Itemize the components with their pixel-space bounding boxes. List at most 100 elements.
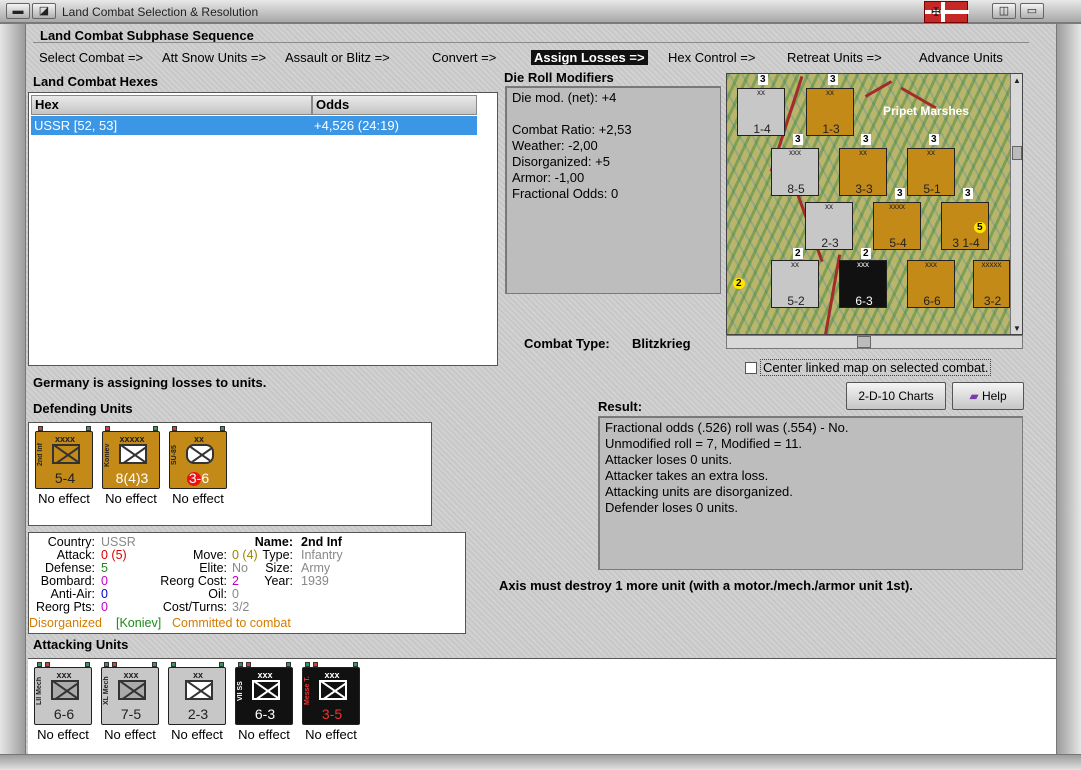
map-counter[interactable]: xx 1-3 [806,88,854,136]
detail-label: Reorg Cost: [160,574,227,588]
phase-att-snow-units[interactable]: Att Snow Units => [162,50,266,65]
attacking-unit[interactable]: xxx VII SS 6-3 [235,662,293,725]
minimize-icon[interactable]: ▬ [6,3,30,19]
map-counter[interactable]: xx 1-4 [737,88,785,136]
phase-hex-control[interactable]: Hex Control => [668,50,755,65]
defending-unit[interactable]: xx SU-85 3-6 [169,426,227,489]
result-line: Attacker takes an extra loss. [605,468,769,483]
infantry-icon [252,680,280,700]
map-counter[interactable]: xx 3-3 [839,148,887,196]
mechanized-icon [51,680,79,700]
detail-label: Reorg Pts: [35,600,95,614]
map-counter[interactable]: xx 5-1 [907,148,955,196]
combat-type-value: Blitzkrieg [632,336,691,351]
attacking-unit[interactable]: xxx Messe T. 3-5 [302,662,360,725]
frame-right [1056,24,1081,754]
attacking-unit[interactable]: xxx LII Mech 6-6 [34,662,92,725]
defending-unit[interactable]: xxxx 2nd Inf 5-4 [35,426,93,489]
modifiers-heading: Die Roll Modifiers [504,70,614,85]
detail-value: No [232,561,248,575]
detail-value: 2 [232,574,239,588]
result-box: Fractional odds (.526) roll was (.554) -… [598,416,1023,570]
help-book-icon: ▰ [969,389,982,403]
map-counter[interactable]: xx 5-2 [771,260,819,308]
subphase-heading: Land Combat Subphase Sequence [40,28,254,43]
detail-label: Anti-Air: [50,587,95,601]
status-message: Germany is assigning losses to units. [33,375,267,390]
phase-select-combat[interactable]: Select Combat => [39,50,143,65]
linked-unit: [Koniev] [116,616,162,630]
detail-label: Move: [192,548,227,562]
map-counter[interactable]: xx 2-3 [805,202,853,250]
air-badge: 2 [733,278,745,289]
map-counter[interactable]: xxxxx 3-2 [973,260,1010,308]
defending-units-box: xxxx 2nd Inf 5-4 No effect xxxxx Koniev … [28,422,432,526]
result-heading: Result: [598,399,643,414]
map-counter[interactable]: xxx 6-6 [907,260,955,308]
map-counter[interactable]: xxxx 5-4 [873,202,921,250]
detail-value: 5 [101,561,108,575]
map-counter[interactable]: xxx 6-3 [839,260,887,308]
scroll-down-icon[interactable]: ▼ [1012,324,1022,334]
detail-label: Attack: [56,548,95,562]
unit-effect: No effect [238,727,290,742]
unit-effect: No effect [38,491,90,506]
restore-icon[interactable]: ◪ [32,3,56,19]
maximize-icon[interactable]: ▭ [1020,3,1044,19]
status-disorganized: Disorganized [29,616,102,630]
result-line: Fractional odds (.526) roll was (.554) -… [605,420,849,435]
unit-details: Country: USSR Attack: 0 (5) Defense: 5 B… [28,532,466,634]
phase-retreat-units[interactable]: Retreat Units => [787,50,882,65]
center-map-label[interactable]: Center linked map on selected combat. [760,359,992,376]
map-counter[interactable]: xxx 8-5 [771,148,819,196]
frame-bottom [0,754,1081,770]
attacking-unit[interactable]: xxx XL Mech 7-5 [101,662,159,725]
map-hscroll-thumb[interactable] [857,336,871,348]
linked-map[interactable]: Pripet Marshes xx 1-4 xx 1-3 xxx 8-5 xx 3-3 … [726,73,1023,335]
center-map-checkbox[interactable] [745,362,757,374]
detail-label: Country: [47,535,95,549]
detail-label: Elite: [199,561,227,575]
phase-advance-units[interactable]: Advance Units [919,50,1003,65]
map-vscroll-thumb[interactable] [1012,146,1022,160]
help-button[interactable]: ▰ Help [952,382,1024,410]
detail-value: Army [301,561,331,575]
stack-badge: 3 [929,134,939,145]
phase-convert[interactable]: Convert => [432,50,496,65]
modifier-line: Armor: -1,00 [512,170,585,185]
map-label: Pripet Marshes [883,104,970,118]
modifiers-box: Die mod. (net): +4 Combat Ratio: +2,53 W… [505,86,721,294]
german-flag-icon: ✠ [924,1,969,23]
detail-value: 0 (5) [101,548,127,562]
result-line: Attacker loses 0 units. [605,452,733,467]
attacking-units-box: xxx LII Mech 6-6 No effect xxx XL Mech 7… [28,658,1056,754]
defending-unit[interactable]: xxxxx Koniev 8(4)3 [102,426,160,489]
axis-message: Axis must destroy 1 more unit (with a mo… [499,578,913,593]
restore-icon[interactable]: ◫ [992,3,1016,19]
map-horizontal-scrollbar[interactable] [726,335,1023,349]
unit-effect: No effect [171,727,223,742]
stack-badge: 3 [758,74,768,85]
stack-badge: 3 [861,134,871,145]
detail-value: Infantry [301,548,343,562]
phase-assault-or-blitz[interactable]: Assault or Blitz => [285,50,390,65]
result-line: Attacking units are disorganized. [605,484,793,499]
infantry-icon [119,444,147,464]
stack-badge: 3 [793,134,803,145]
detail-label: Year: [264,574,293,588]
attacking-unit[interactable]: xx 2-3 [168,662,226,725]
hexes-table: Hex Odds USSR [52, 53] +4,526 (24:19) [28,92,498,366]
col-header-hex[interactable]: Hex [31,95,312,115]
stack-badge: 3 [828,74,838,85]
col-header-odds[interactable]: Odds [312,95,477,115]
scroll-up-icon[interactable]: ▲ [1012,76,1022,86]
charts-button[interactable]: 2-D-10 Charts [846,382,946,410]
modifier-line: Fractional Odds: 0 [512,186,619,201]
modifier-line: Combat Ratio: +2,53 [512,122,632,137]
detail-label: Name: [254,535,293,549]
map-vertical-scrollbar[interactable] [1010,74,1022,334]
phase-assign-losses[interactable]: Assign Losses => [531,50,648,65]
defending-heading: Defending Units [33,401,133,416]
help-label: Help [981,389,1007,403]
frame-left [0,24,26,754]
